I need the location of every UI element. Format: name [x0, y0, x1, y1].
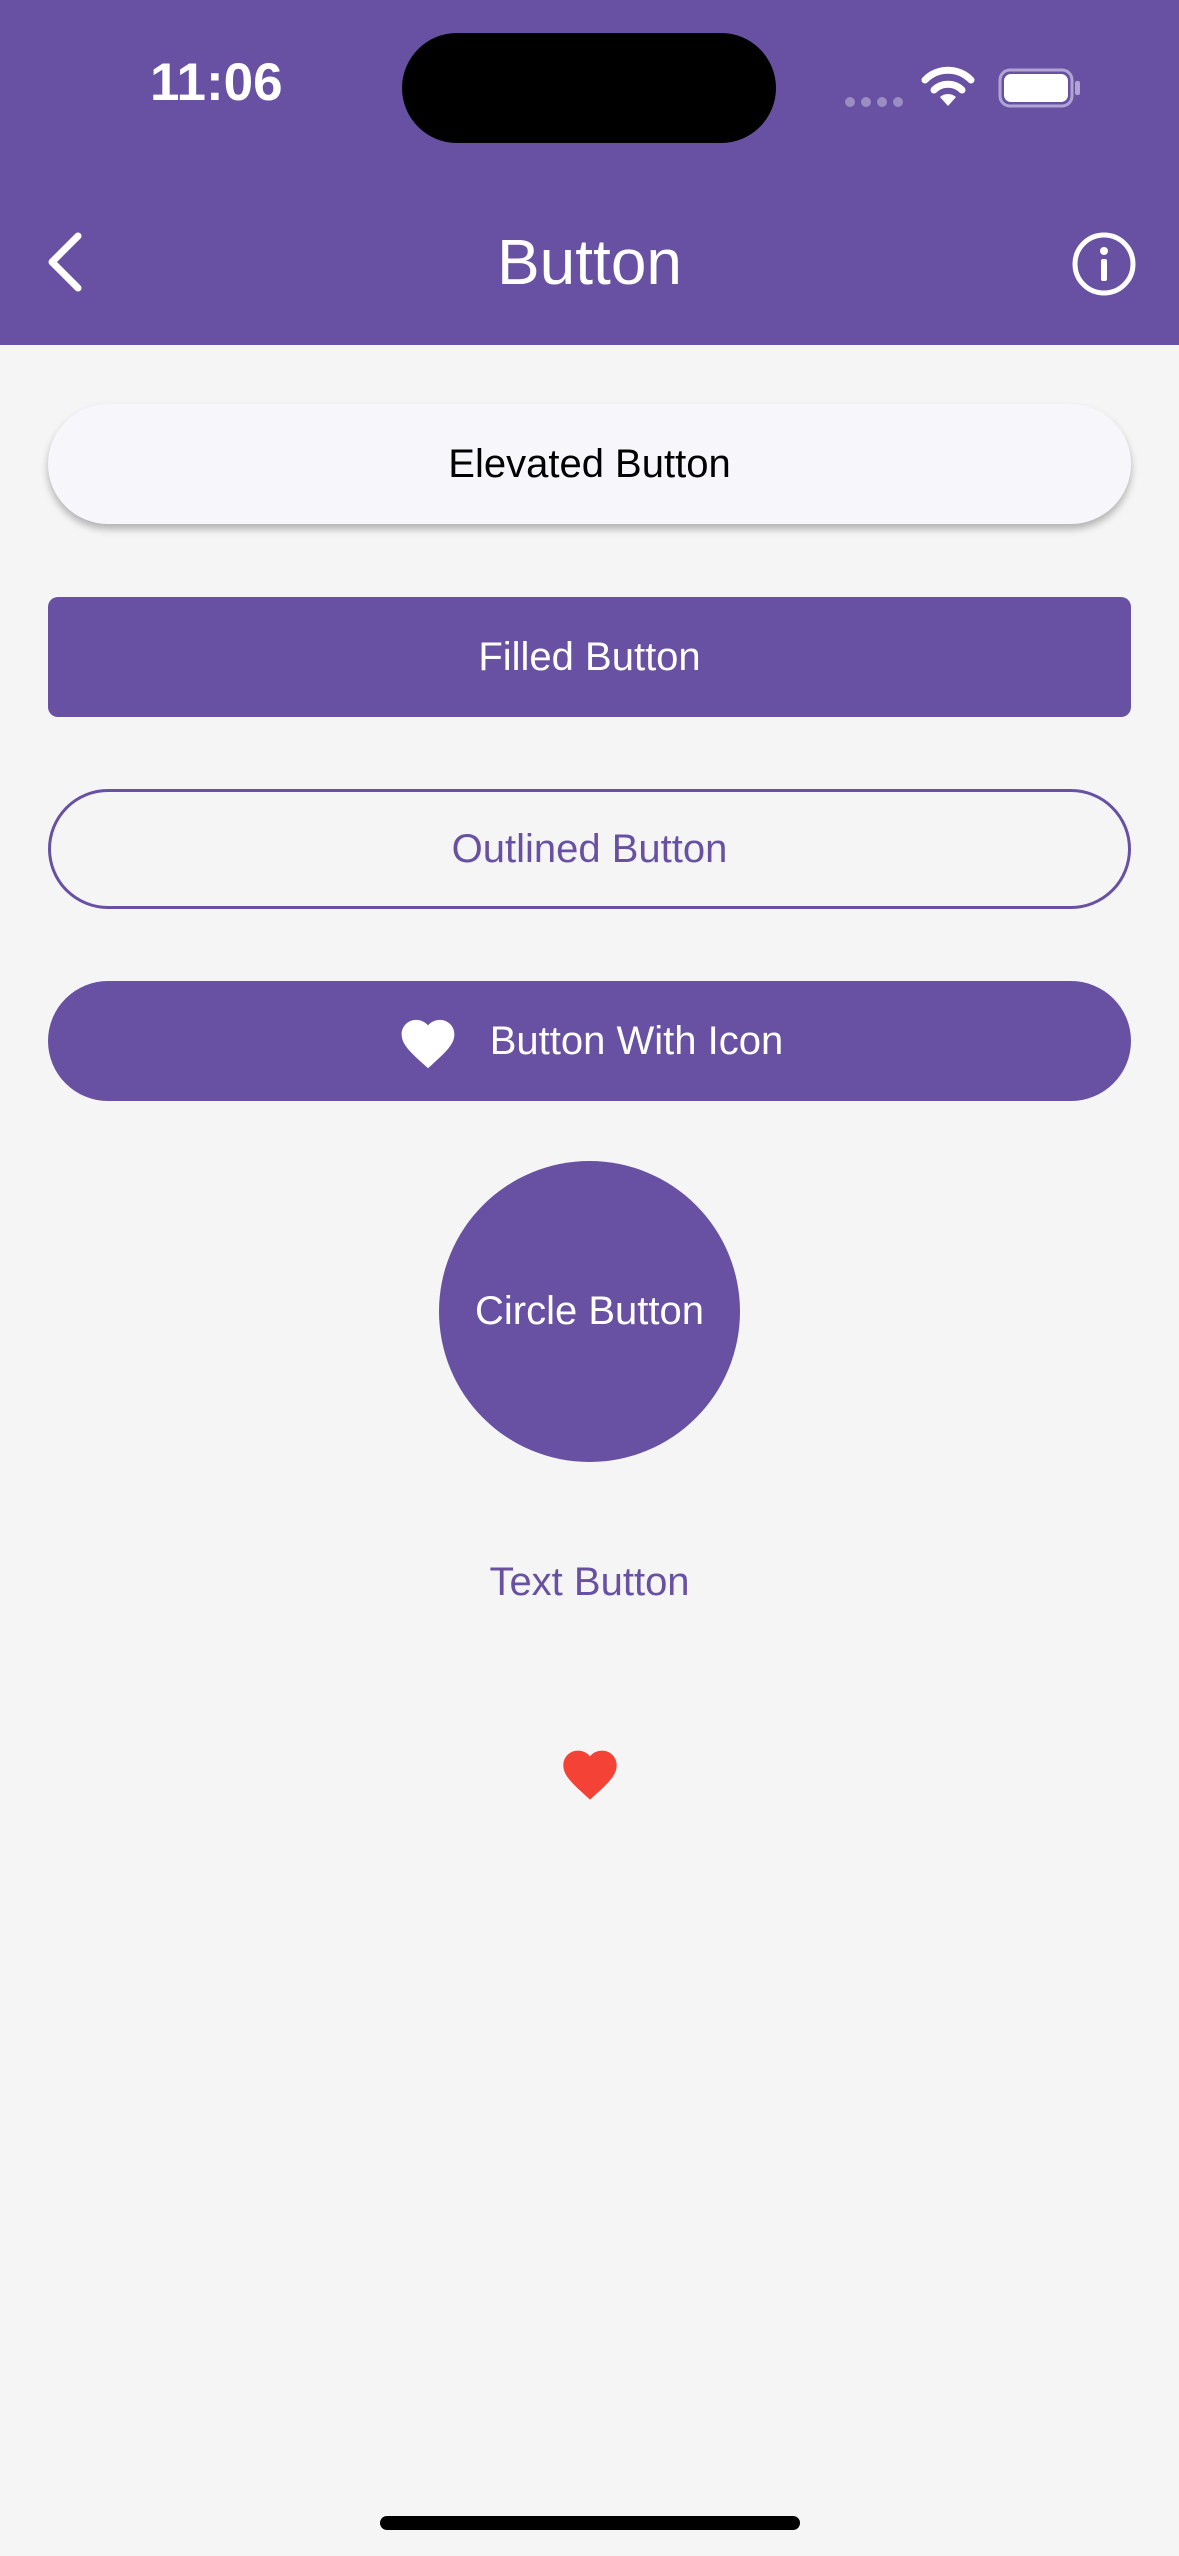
status-time: 11:06 [150, 53, 283, 112]
text-button-row: Text Button [0, 1552, 1179, 1612]
circle-button[interactable]: Circle Button [439, 1161, 740, 1462]
info-icon[interactable] [1070, 230, 1138, 298]
app-bar: 11:06 Button [0, 0, 1179, 345]
elevated-button[interactable]: Elevated Button [48, 404, 1131, 524]
elevated-button-label: Elevated Button [448, 441, 731, 486]
heart-icon [401, 1019, 455, 1069]
outlined-button[interactable]: Outlined Button [48, 789, 1131, 909]
circle-button-label: Circle Button [475, 1289, 704, 1333]
page-title: Button [496, 226, 683, 298]
button-with-icon-label: Button With Icon [489, 1018, 784, 1063]
filled-button[interactable]: Filled Button [48, 597, 1131, 717]
wifi-icon [921, 66, 975, 106]
filled-button-label: Filled Button [478, 634, 701, 679]
home-indicator[interactable] [380, 2516, 800, 2530]
battery-icon [998, 68, 1080, 108]
cellular-signal-icon [845, 94, 909, 112]
button-with-icon[interactable]: Button With Icon [48, 981, 1131, 1101]
dynamic-island [402, 33, 776, 143]
text-button[interactable]: Text Button [465, 1550, 713, 1614]
outlined-button-label: Outlined Button [451, 826, 728, 871]
heart-icon-button[interactable] [558, 1742, 622, 1802]
